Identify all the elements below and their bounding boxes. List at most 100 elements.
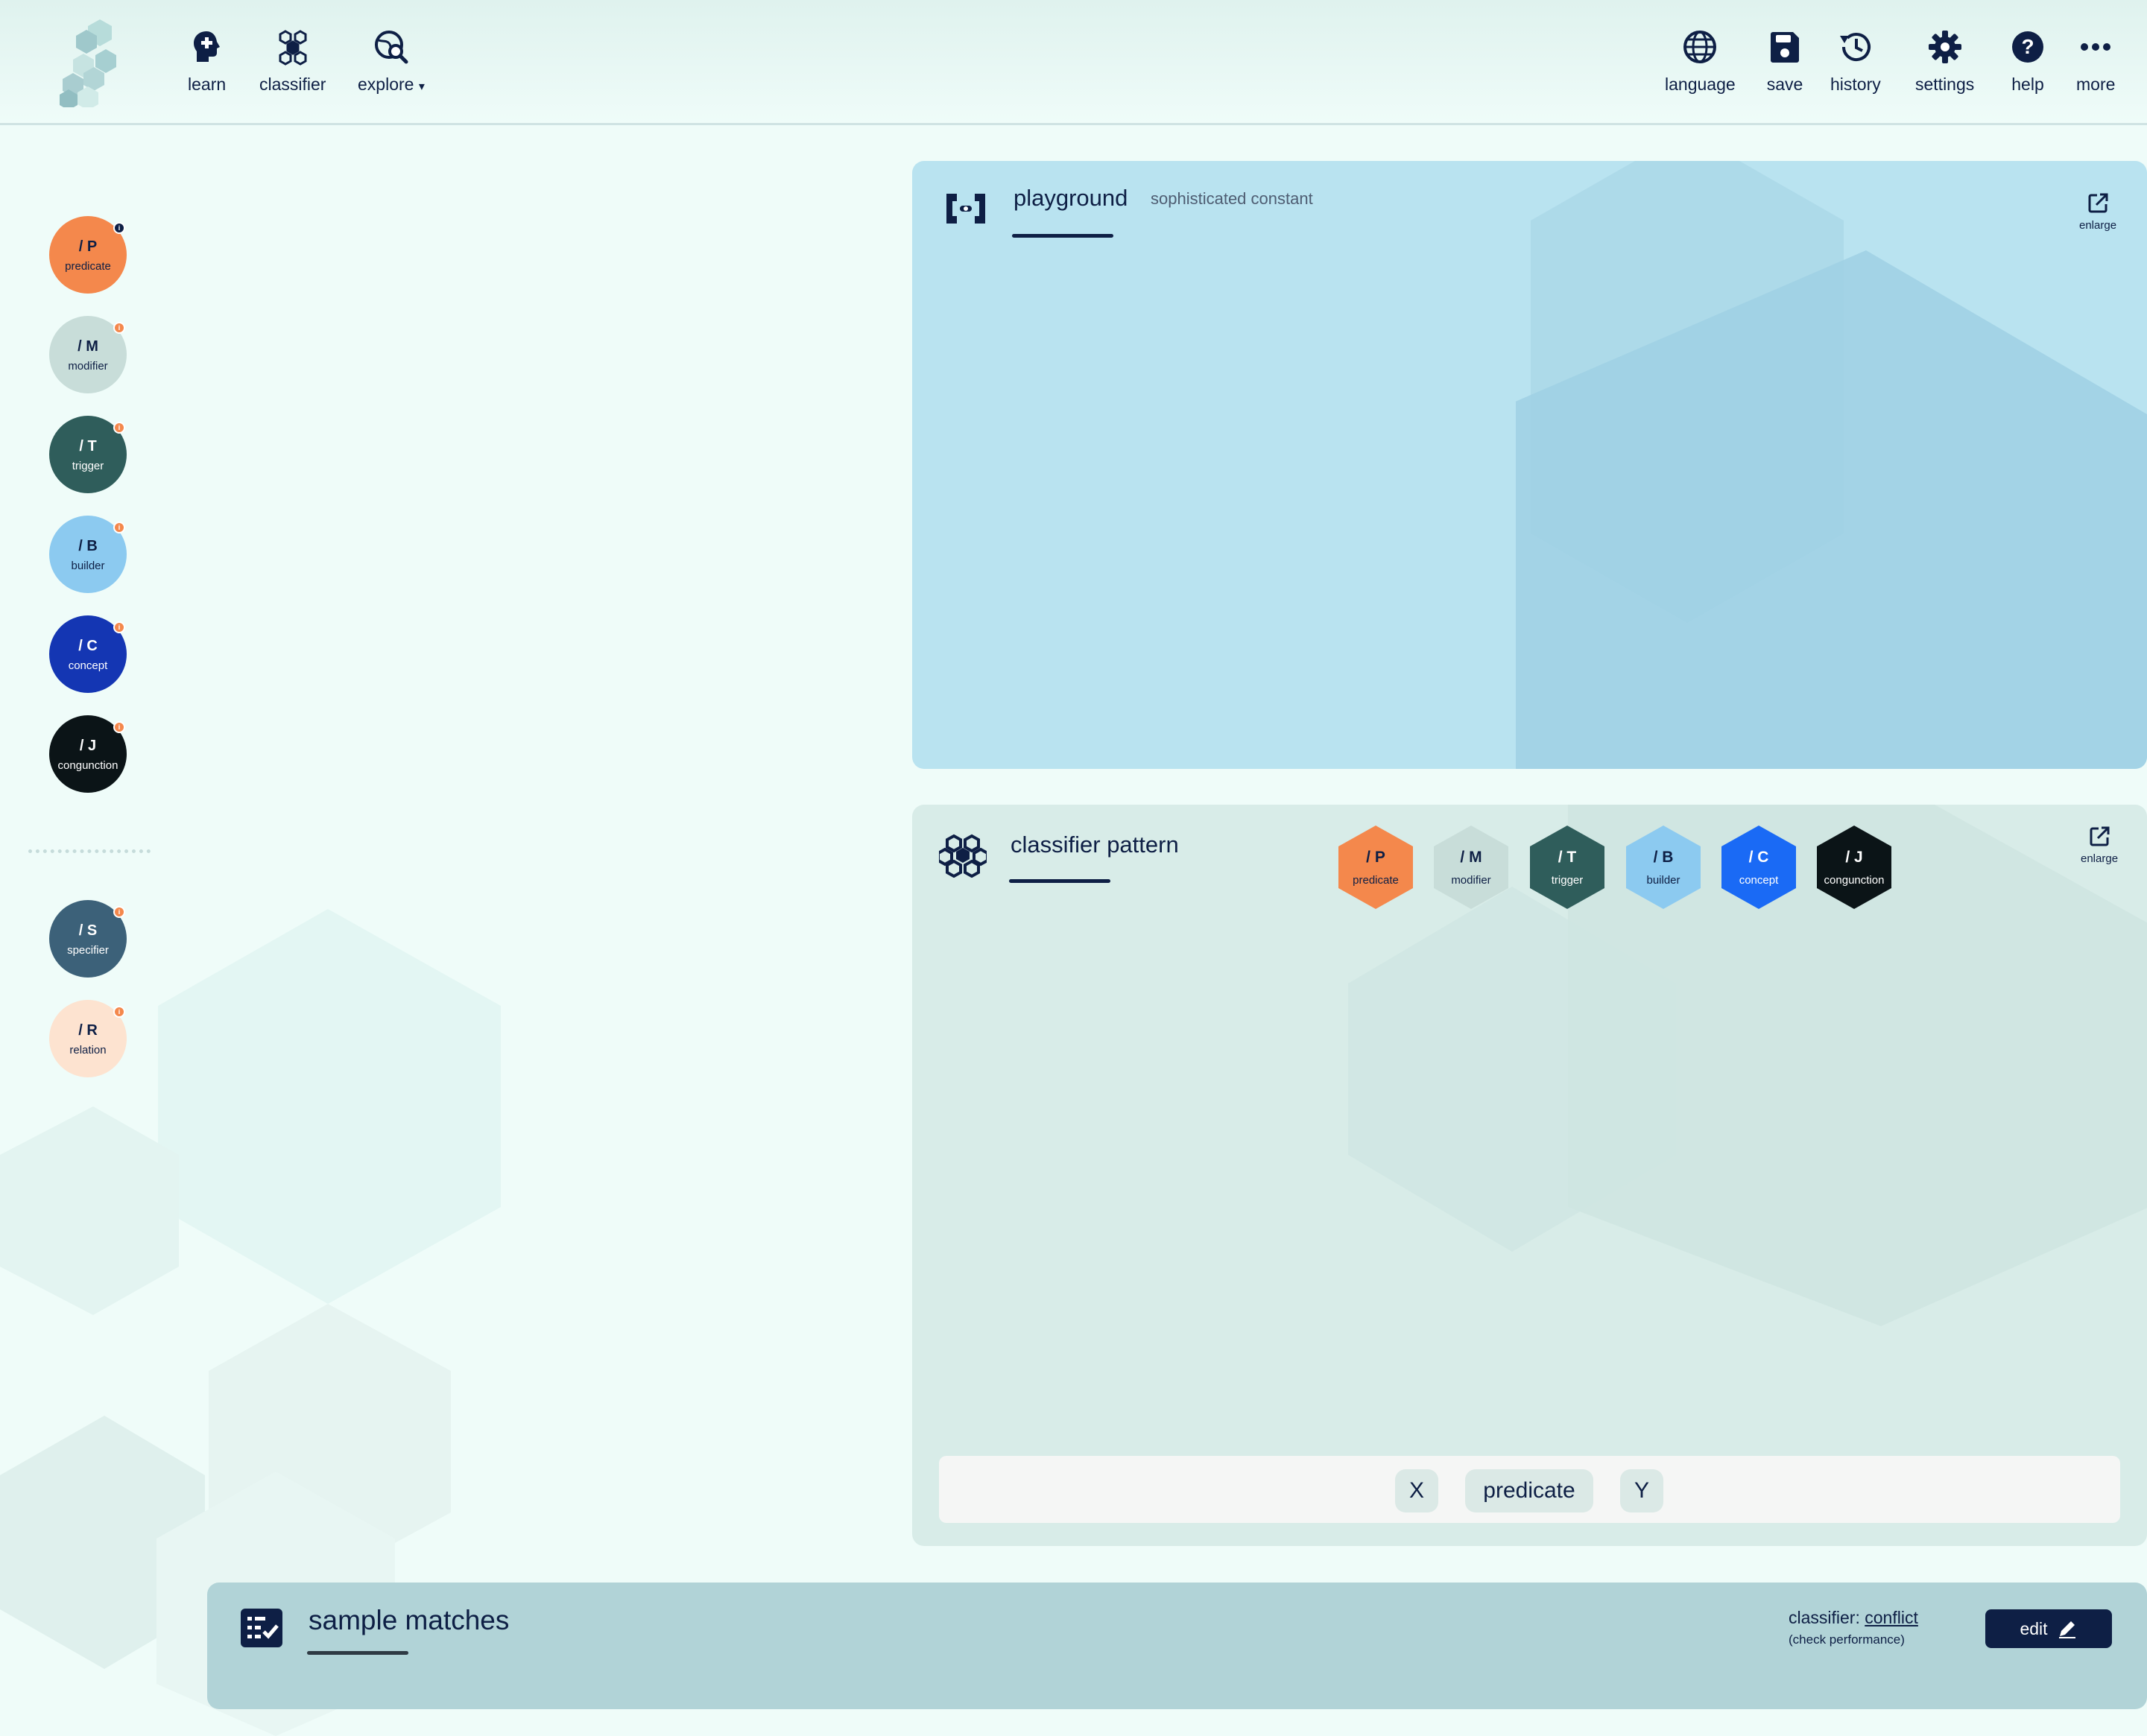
sidebar-item-code: / P bbox=[78, 238, 98, 255]
floppy-disk-icon bbox=[1771, 32, 1799, 63]
enlarge-button[interactable]: enlarge bbox=[2079, 192, 2116, 232]
chip-code: / J bbox=[1845, 848, 1863, 866]
sidebar-item-code: / M bbox=[78, 338, 98, 355]
sidebar-item-specifier[interactable]: / S specifier i bbox=[49, 900, 127, 978]
edit-button[interactable]: edit bbox=[1985, 1609, 2112, 1648]
svg-text:?: ? bbox=[2021, 35, 2034, 58]
nav-explore[interactable]: explore ▾ bbox=[358, 28, 425, 95]
chip-label: modifier bbox=[1451, 873, 1491, 887]
sidebar-item-code: / C bbox=[78, 637, 98, 654]
save-button[interactable]: save bbox=[1766, 28, 1803, 95]
language-button[interactable]: language bbox=[1665, 28, 1736, 95]
nav-explore-label: explore ▾ bbox=[358, 75, 425, 94]
chip-code: / M bbox=[1460, 848, 1482, 866]
chevron-down-icon: ▾ bbox=[418, 80, 425, 93]
chip-code: / P bbox=[1366, 848, 1385, 866]
enlarge-button[interactable]: enlarge bbox=[2081, 826, 2118, 865]
playground-panel: playground sophisticated constant enlarg… bbox=[912, 161, 2147, 769]
chip-code: / C bbox=[1748, 848, 1769, 866]
chip-modifier[interactable]: / M modifier bbox=[1434, 826, 1508, 909]
sidebar-divider bbox=[28, 849, 151, 853]
sidebar-item-label: specifier bbox=[67, 943, 109, 957]
chip-builder[interactable]: / B builder bbox=[1626, 826, 1701, 909]
sidebar-item-label: predicate bbox=[65, 259, 111, 273]
info-icon[interactable]: i bbox=[113, 222, 125, 234]
head-plus-icon bbox=[193, 31, 220, 62]
conflict-link[interactable]: conflict bbox=[1865, 1608, 1918, 1627]
globe-icon bbox=[1683, 31, 1717, 63]
sidebar-item-label: congunction bbox=[57, 758, 118, 772]
pencil-icon bbox=[2058, 1621, 2075, 1638]
save-label: save bbox=[1766, 75, 1803, 94]
classifier-info: classifier: conflict (check performance) bbox=[1789, 1608, 1918, 1647]
info-icon[interactable]: i bbox=[113, 1006, 125, 1018]
sidebar-item-code: / R bbox=[78, 1021, 98, 1039]
title-underline bbox=[307, 1651, 408, 1655]
nav-learn-label: learn bbox=[188, 75, 227, 94]
help-button[interactable]: ? help bbox=[2009, 28, 2046, 95]
globe-search-icon bbox=[374, 31, 408, 64]
chip-predicate[interactable]: / P predicate bbox=[1338, 826, 1413, 909]
sidebar-item-predicate[interactable]: / P predicate i bbox=[49, 216, 127, 294]
pattern-token[interactable]: X bbox=[1395, 1469, 1438, 1512]
chip-code: / B bbox=[1653, 848, 1674, 866]
nav-learn[interactable]: learn bbox=[188, 28, 226, 95]
sidebar-item-label: builder bbox=[71, 559, 105, 572]
history-clock-icon bbox=[1839, 33, 1871, 62]
title-underline bbox=[1009, 879, 1110, 883]
background-hexagons bbox=[1516, 161, 2147, 769]
external-link-icon bbox=[2088, 193, 2108, 213]
sidebar-item-code: / T bbox=[79, 437, 97, 454]
settings-label: settings bbox=[1915, 75, 1975, 94]
enlarge-label: enlarge bbox=[2079, 219, 2117, 232]
sidebar-item-code: / B bbox=[78, 537, 98, 554]
chip-code: / T bbox=[1558, 848, 1577, 866]
chip-trigger[interactable]: / T trigger bbox=[1530, 826, 1604, 909]
chip-label: concept bbox=[1739, 873, 1779, 887]
chip-label: trigger bbox=[1551, 873, 1584, 887]
app-logo[interactable] bbox=[54, 18, 128, 107]
external-link-icon bbox=[2090, 826, 2110, 846]
language-label: language bbox=[1665, 75, 1736, 94]
chip-label: builder bbox=[1646, 873, 1680, 887]
sidebar-item-label: modifier bbox=[68, 359, 108, 373]
more-button[interactable]: more bbox=[2076, 28, 2115, 95]
info-icon[interactable]: i bbox=[113, 322, 125, 334]
history-label: history bbox=[1830, 75, 1881, 94]
info-icon[interactable]: i bbox=[113, 906, 125, 918]
pattern-token[interactable]: Y bbox=[1620, 1469, 1663, 1512]
history-button[interactable]: history bbox=[1830, 28, 1881, 95]
sidebar-item-label: trigger bbox=[72, 459, 104, 472]
panel-title: playground bbox=[1014, 185, 1128, 211]
info-icon[interactable]: i bbox=[113, 422, 125, 434]
chip-label: predicate bbox=[1353, 873, 1399, 887]
gear-icon bbox=[1928, 31, 1961, 63]
sidebar-item-builder[interactable]: / B builder i bbox=[49, 516, 127, 593]
panel-subtitle: sophisticated constant bbox=[1151, 189, 1313, 208]
info-icon[interactable]: i bbox=[113, 621, 125, 633]
nav-classifier-label: classifier bbox=[259, 75, 326, 94]
sidebar-item-conjunction[interactable]: / J congunction i bbox=[49, 715, 127, 793]
sidebar-item-concept[interactable]: / C concept i bbox=[49, 615, 127, 693]
hexagon-cluster-icon bbox=[279, 30, 307, 66]
nav-classifier[interactable]: classifier bbox=[259, 28, 326, 95]
sidebar-item-modifier[interactable]: / M modifier i bbox=[49, 316, 127, 393]
sidebar-item-relation[interactable]: / R relation i bbox=[49, 1000, 127, 1077]
ellipsis-icon bbox=[2081, 43, 2111, 51]
top-bar: learn classifier explore ▾ language save… bbox=[0, 0, 2147, 125]
sidebar-item-trigger[interactable]: / T trigger i bbox=[49, 416, 127, 493]
classifier-pattern-panel: classifier pattern / P predicate / M mod… bbox=[912, 805, 2147, 1546]
question-icon: ? bbox=[2012, 31, 2043, 63]
sidebar-item-label: concept bbox=[68, 659, 108, 672]
info-icon[interactable]: i bbox=[113, 721, 125, 733]
more-label: more bbox=[2076, 75, 2116, 94]
settings-button[interactable]: settings bbox=[1915, 28, 1974, 95]
title-underline bbox=[1012, 234, 1113, 238]
check-performance-link[interactable]: (check performance) bbox=[1789, 1632, 1918, 1647]
classifier-prefix: classifier: bbox=[1789, 1608, 1865, 1627]
info-icon[interactable]: i bbox=[113, 522, 125, 533]
chip-concept[interactable]: / C concept bbox=[1721, 826, 1796, 909]
chip-conjunction[interactable]: / J congunction bbox=[1817, 826, 1891, 909]
playground-icon bbox=[946, 194, 985, 224]
pattern-token[interactable]: predicate bbox=[1465, 1469, 1593, 1512]
